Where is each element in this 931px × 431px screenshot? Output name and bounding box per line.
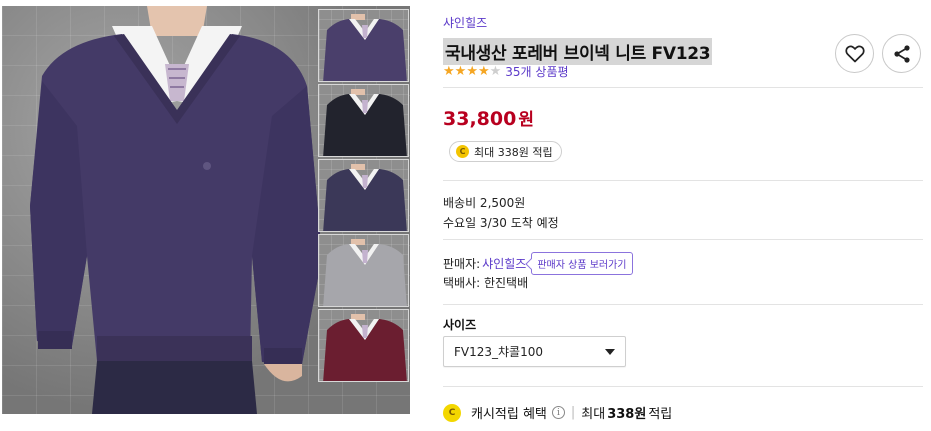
cash-max-amount: 338원: [607, 407, 647, 422]
heart-icon: [844, 45, 865, 62]
thumbnail-black[interactable]: [318, 84, 409, 157]
courier-info: 택배사: 한진택배: [443, 276, 529, 290]
star-icon: ★: [489, 64, 502, 79]
cash-reward-label: 캐시적립 혜택: [471, 407, 547, 422]
coin-icon: C: [456, 145, 469, 158]
wishlist-button[interactable]: [835, 34, 874, 73]
thumbnail-gray[interactable]: [318, 234, 409, 307]
size-selected-value: FV123_챠콜100: [454, 345, 544, 359]
seller-products-button[interactable]: 판매자 상품 보러가기: [531, 252, 633, 275]
thumbnail-purple[interactable]: [318, 9, 409, 82]
price-value: 33,800: [443, 108, 517, 130]
chevron-down-icon: [605, 348, 615, 355]
brand-link[interactable]: 샤인힐즈: [443, 14, 487, 31]
seller-row: 판매자: 샤인힐즈 판매자 상품 보러가기: [443, 252, 633, 275]
arrival-date: 수요일 3/30 도착 예정: [443, 216, 559, 230]
cash-max-suffix: 적립: [648, 407, 673, 422]
point-reward-text: 최대 338원 적립: [474, 145, 553, 159]
seller-name-link[interactable]: 샤인힐즈: [482, 255, 526, 272]
divider: [443, 304, 923, 305]
share-button[interactable]: [882, 34, 921, 73]
point-reward-badge: C 최대 338원 적립: [449, 141, 562, 162]
thumbnail-burgundy[interactable]: [318, 309, 409, 382]
shipping-fee: 배송비 2,500원: [443, 196, 526, 210]
share-icon: [893, 44, 910, 63]
star-icon: ★: [477, 64, 490, 79]
price-unit: 원: [518, 110, 534, 130]
divider: [443, 87, 923, 88]
divider: [443, 180, 923, 181]
seller-label: 판매자:: [443, 257, 481, 271]
cash-coin-icon: C: [443, 403, 461, 422]
divider: [443, 386, 923, 387]
cash-max-prefix: 최대: [581, 407, 606, 422]
star-icon: ★: [454, 64, 467, 79]
product-title: 국내생산 포레버 브이넥 니트 FV123: [443, 38, 713, 65]
thumbnail-navy[interactable]: [318, 159, 409, 232]
star-rating: ★ ★ ★ ★ ★: [443, 65, 501, 78]
size-option-label: 사이즈: [443, 318, 477, 332]
thumbnail-strip: [318, 9, 410, 384]
review-count-link[interactable]: 35개 상품평: [505, 63, 568, 80]
product-rating: ★ ★ ★ ★ ★ 35개 상품평: [443, 63, 569, 80]
star-icon: ★: [466, 64, 478, 79]
star-icon: ★: [443, 64, 455, 79]
divider: [443, 239, 923, 240]
cash-reward-row: C 캐시적립 혜택 i | 최대 338원 적립: [443, 403, 672, 422]
separator: |: [570, 405, 576, 420]
product-price: 33,800 원: [443, 105, 534, 130]
size-select-dropdown[interactable]: FV123_챠콜100: [443, 336, 626, 367]
info-icon[interactable]: i: [551, 406, 565, 419]
